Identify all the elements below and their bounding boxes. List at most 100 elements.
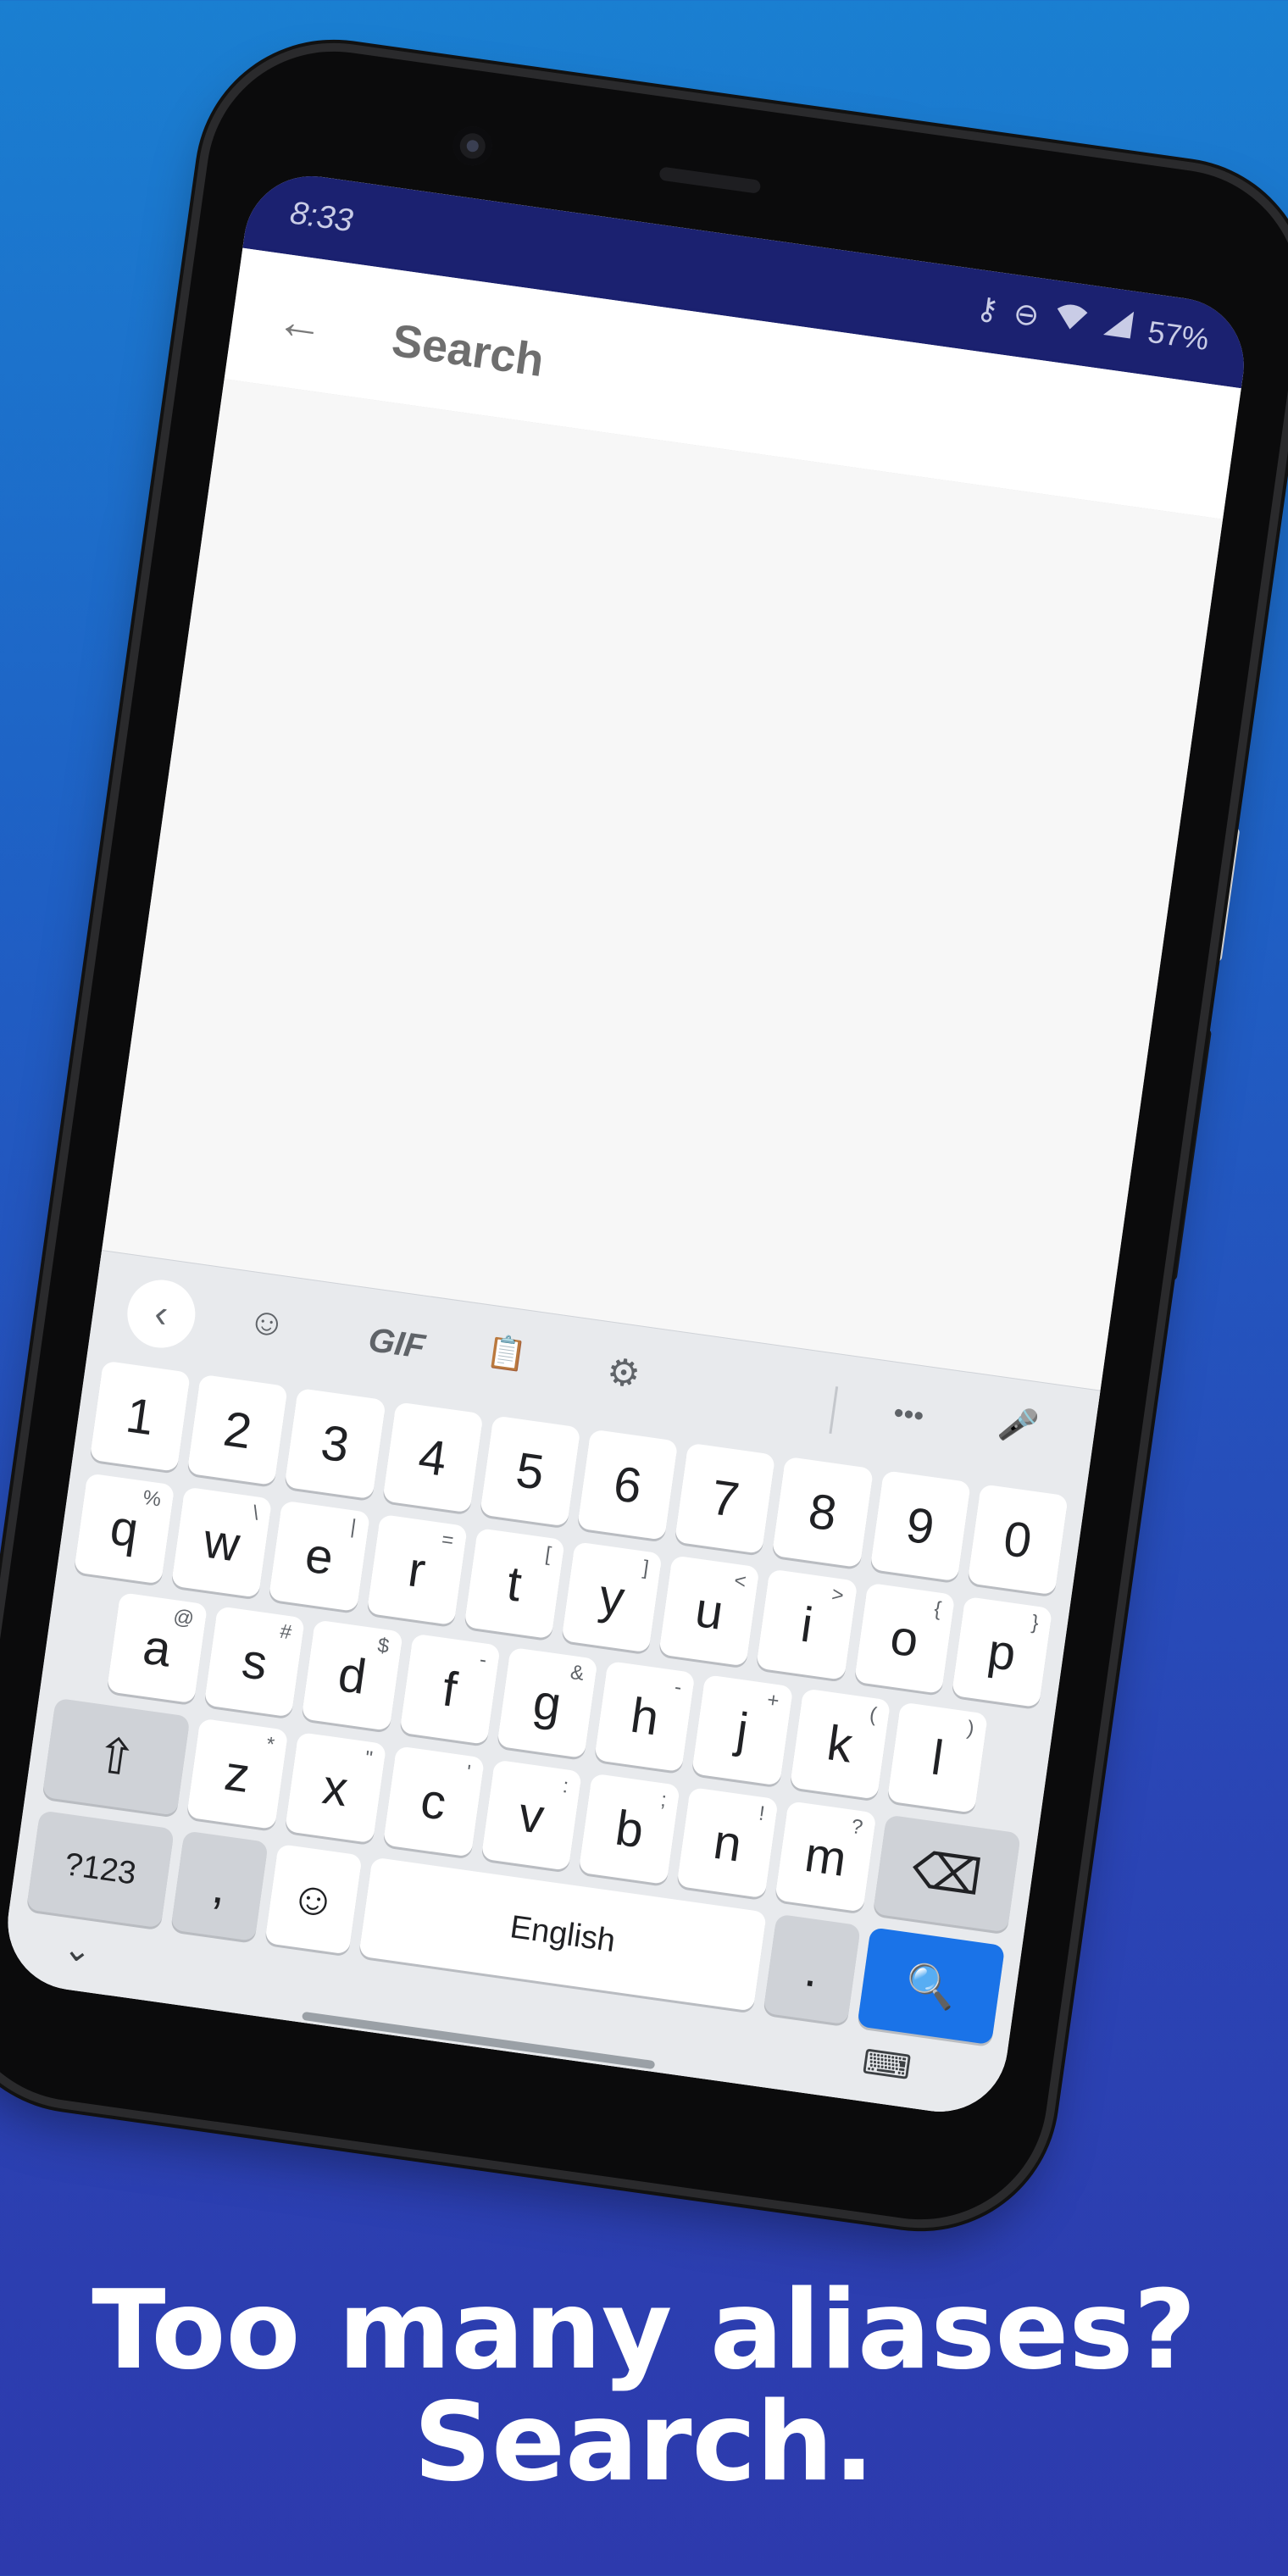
key-hint: >: [830, 1583, 846, 1607]
key-hint: $: [375, 1634, 391, 1658]
key-label: 2: [219, 1400, 255, 1459]
key-l[interactable]: l): [886, 1702, 989, 1813]
key-hint: ]: [641, 1556, 651, 1580]
microphone-icon[interactable]: 🎤: [982, 1402, 1054, 1449]
key-hint: ': [464, 1761, 472, 1785]
key-label: q: [107, 1499, 142, 1558]
key-2[interactable]: 2: [186, 1374, 289, 1486]
search-title[interactable]: Search: [389, 314, 547, 387]
do-not-disturb-icon: ⊖: [1011, 294, 1042, 333]
key-hint: +: [765, 1688, 781, 1713]
key-label: b: [612, 1799, 647, 1858]
emoji-key[interactable]: ☺: [264, 1843, 363, 1955]
gif-button[interactable]: GIF: [344, 1318, 450, 1369]
key-hint: ;: [659, 1788, 669, 1812]
search-key[interactable]: 🔍: [857, 1927, 1006, 2046]
key-label: m: [801, 1826, 850, 1887]
key-label: 0: [1000, 1510, 1035, 1569]
key-label: 4: [415, 1428, 451, 1487]
wifi-icon: [1052, 300, 1091, 341]
key-hint: }: [1030, 1611, 1041, 1635]
key-s[interactable]: s #: [203, 1606, 306, 1718]
key-o[interactable]: o{: [853, 1582, 956, 1695]
key-r[interactable]: r =: [366, 1513, 468, 1626]
key-p[interactable]: p}: [951, 1596, 1053, 1708]
hide-keyboard-icon[interactable]: ⌄: [61, 1929, 95, 1971]
settings-gear-icon[interactable]: ⚙: [587, 1347, 660, 1400]
key-hint: -: [478, 1647, 488, 1672]
key-a[interactable]: a @: [106, 1592, 208, 1704]
key-g[interactable]: g &: [497, 1646, 598, 1759]
key-u[interactable]: u <: [658, 1555, 760, 1667]
key-v[interactable]: v:: [480, 1759, 583, 1871]
key-j[interactable]: j +: [691, 1674, 793, 1786]
comma-key[interactable]: ,: [170, 1830, 269, 1942]
key-m[interactable]: m?: [774, 1801, 877, 1913]
status-icons: ⚷ ⊖ 57%: [974, 288, 1212, 358]
key-h[interactable]: h-: [594, 1660, 696, 1773]
key-hint: ): [965, 1716, 976, 1740]
key-label: v: [515, 1785, 548, 1845]
key-label: n: [710, 1813, 746, 1873]
key-hint: !: [757, 1802, 767, 1826]
key-n[interactable]: n!: [676, 1786, 779, 1899]
vpn-key-icon: ⚷: [974, 289, 1002, 327]
key-label: p: [984, 1623, 1019, 1681]
key-f[interactable]: f-: [399, 1633, 501, 1745]
headline: Too many aliases? Search.: [0, 2275, 1288, 2499]
key-5[interactable]: 5: [479, 1415, 581, 1527]
key-hint: %: [141, 1485, 163, 1512]
backspace-key[interactable]: ⌫: [873, 1814, 1021, 1933]
key-label: u: [691, 1581, 727, 1641]
key-label: t: [503, 1555, 525, 1612]
key-y[interactable]: y]: [561, 1541, 663, 1653]
toolbar-back-icon[interactable]: ‹: [123, 1275, 200, 1352]
back-arrow-icon[interactable]: ←: [272, 292, 330, 352]
key-label: 9: [902, 1496, 938, 1556]
key-q[interactable]: q%: [73, 1473, 175, 1585]
signal-icon: [1100, 306, 1135, 348]
key-label: f: [439, 1660, 461, 1718]
key-label: z: [221, 1745, 253, 1803]
key-e[interactable]: e |: [269, 1500, 370, 1612]
key-hint: ?: [849, 1814, 864, 1840]
key-x[interactable]: x ": [284, 1731, 386, 1844]
key-6[interactable]: 6: [576, 1429, 679, 1541]
symbols-key[interactable]: ?123: [26, 1810, 175, 1929]
shift-key[interactable]: ⇧: [42, 1697, 191, 1816]
key-t[interactable]: t[: [464, 1527, 565, 1640]
clipboard-icon[interactable]: 📋: [470, 1330, 542, 1377]
headline-line-2: Search.: [413, 2379, 875, 2506]
key-hint: -: [673, 1675, 684, 1700]
key-9[interactable]: 9: [869, 1469, 971, 1582]
key-k[interactable]: k(: [789, 1688, 891, 1800]
key-3[interactable]: 3: [284, 1387, 386, 1500]
sticker-icon[interactable]: ☺: [230, 1297, 303, 1349]
key-label: s: [238, 1632, 271, 1691]
key-hint: =: [440, 1528, 456, 1553]
key-b[interactable]: b;: [578, 1773, 681, 1885]
key-0[interactable]: 0: [967, 1484, 1069, 1596]
key-8[interactable]: 8: [772, 1456, 874, 1568]
key-d[interactable]: d $: [301, 1619, 403, 1731]
key-4[interactable]: 4: [381, 1402, 484, 1513]
period-key[interactable]: .: [763, 1913, 861, 2025]
key-hint: {: [932, 1597, 943, 1621]
key-z[interactable]: z *: [186, 1718, 289, 1830]
key-hint: \: [251, 1502, 260, 1525]
key-w[interactable]: w \: [171, 1486, 273, 1598]
key-7[interactable]: 7: [675, 1442, 776, 1554]
key-label: k: [824, 1714, 857, 1774]
key-label: i: [797, 1596, 817, 1653]
status-time: 8:33: [287, 195, 355, 240]
key-c[interactable]: c ': [382, 1746, 485, 1857]
headline-line-1: Too many aliases?: [92, 2268, 1196, 2394]
key-i[interactable]: i >: [756, 1568, 858, 1680]
more-options-icon[interactable]: •••: [864, 1393, 952, 1438]
switch-keyboard-icon[interactable]: ⌨: [860, 2043, 914, 2089]
key-hint: &: [569, 1661, 586, 1685]
key-1[interactable]: 1: [89, 1360, 192, 1472]
key-hint: :: [561, 1774, 570, 1798]
key-label: x: [319, 1758, 352, 1817]
key-label: r: [404, 1541, 430, 1598]
